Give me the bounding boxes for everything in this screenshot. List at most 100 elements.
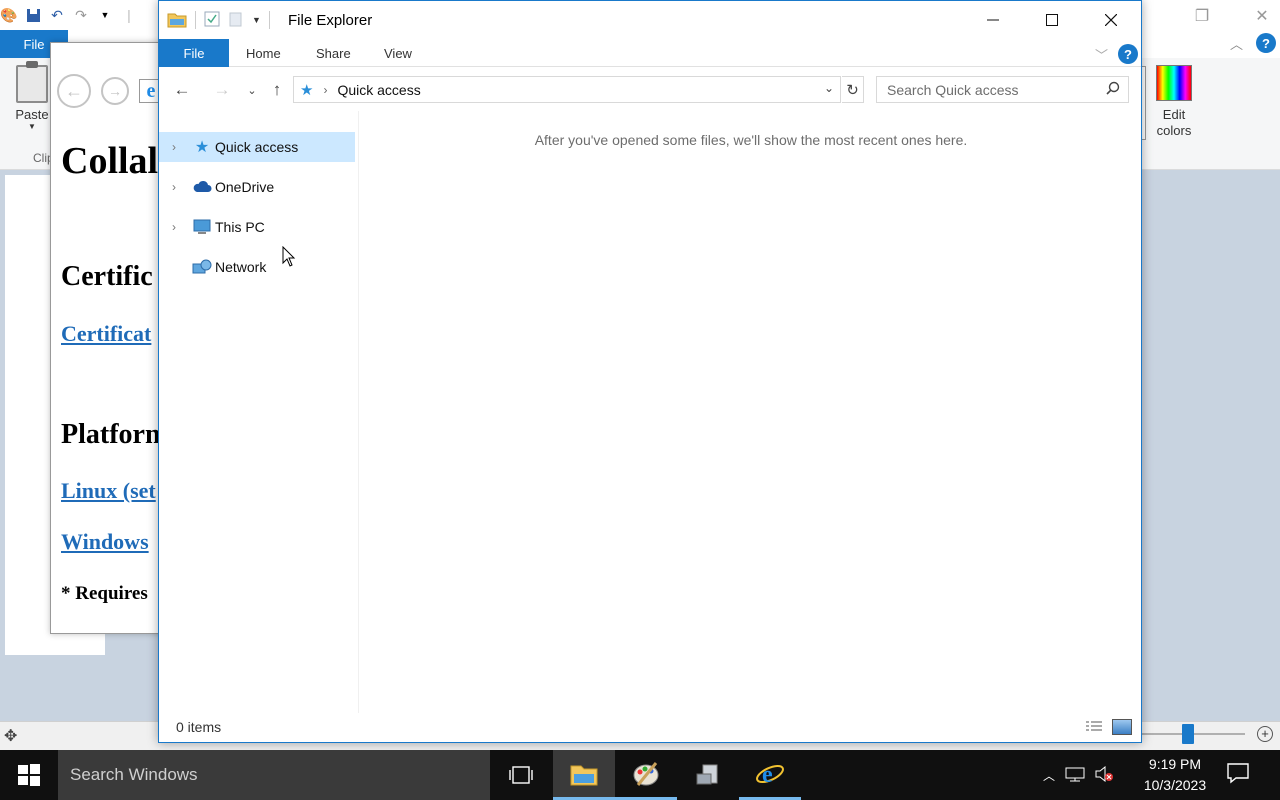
- minimize-button[interactable]: [963, 1, 1022, 39]
- close-icon[interactable]: ✕: [1232, 5, 1280, 27]
- tab-home[interactable]: Home: [246, 39, 281, 67]
- volume-muted-icon[interactable]: [1095, 765, 1114, 785]
- help-icon[interactable]: ?: [1256, 33, 1276, 53]
- clock-date: 10/3/2023: [1143, 777, 1207, 793]
- arrow-left-icon: ←: [173, 80, 191, 99]
- redo-icon[interactable]: ↷: [72, 6, 90, 24]
- taskbar-file-explorer[interactable]: [553, 750, 615, 800]
- paint-window-controls: ❐ ✕: [1172, 5, 1280, 27]
- nav-item-quick-access[interactable]: › ★ Quick access: [159, 132, 355, 162]
- paint-icon: [633, 761, 659, 786]
- tab-file[interactable]: File: [159, 39, 229, 67]
- window-title: File Explorer: [288, 12, 373, 29]
- section-heading-platforms: Platforn: [61, 419, 161, 450]
- search-input[interactable]: [877, 81, 1092, 98]
- paint-app-icon: 🎨: [0, 6, 18, 23]
- up-button[interactable]: ↑: [266, 79, 288, 101]
- taskbar-paint[interactable]: [615, 750, 677, 800]
- expand-chevron-icon[interactable]: ›: [159, 220, 189, 234]
- customize-qat-icon[interactable]: ▼: [252, 15, 261, 25]
- nav-item-this-pc[interactable]: › This PC: [159, 212, 355, 242]
- mouse-cursor-icon: [282, 245, 296, 268]
- empty-folder-message: After you've opened some files, we'll sh…: [534, 132, 968, 148]
- customize-qat-icon[interactable]: ▼: [96, 6, 114, 24]
- start-button[interactable]: [0, 750, 58, 800]
- task-view-icon: [509, 766, 533, 784]
- tab-view[interactable]: View: [384, 39, 412, 67]
- search-icon[interactable]: [1106, 81, 1120, 98]
- expand-ribbon-icon[interactable]: ﹀: [1095, 45, 1108, 64]
- help-icon[interactable]: ?: [1118, 44, 1138, 64]
- arrow-up-icon: ↑: [272, 80, 282, 99]
- nav-item-label: OneDrive: [215, 179, 275, 195]
- taskbar-internet-explorer[interactable]: e: [739, 750, 801, 800]
- breadcrumb-chevron-icon[interactable]: ›: [323, 83, 327, 97]
- properties-icon[interactable]: [204, 11, 220, 30]
- explorer-ribbon-tabs: [159, 39, 1141, 67]
- action-center-icon[interactable]: [1226, 762, 1252, 786]
- address-bar[interactable]: ★ › Quick access ⌄: [293, 76, 841, 103]
- recent-locations-button[interactable]: ⌄: [241, 79, 263, 101]
- file-explorer-window: ▼ File Explorer File Home Share View ﹀ ?…: [158, 0, 1142, 743]
- internet-explorer-window: ← → e Collal Certific Certificat Platfor…: [50, 42, 170, 634]
- separator: [195, 11, 196, 29]
- requires-note: * Requires: [61, 583, 148, 604]
- restore-icon[interactable]: ❐: [1172, 5, 1232, 27]
- nav-item-label: Network: [215, 259, 267, 275]
- show-hidden-icons-icon[interactable]: ︿: [1043, 767, 1055, 784]
- separator: [268, 11, 270, 29]
- save-icon[interactable]: [24, 6, 42, 24]
- tab-share[interactable]: Share: [316, 39, 351, 67]
- details-view-icon[interactable]: [1084, 719, 1104, 735]
- search-box[interactable]: [876, 76, 1129, 103]
- paste-button[interactable]: Paste ▼: [10, 61, 54, 131]
- windows-logo-icon: [18, 764, 40, 786]
- close-button[interactable]: [1081, 1, 1140, 39]
- network-computer-icon: [696, 764, 718, 785]
- chevron-down-icon: ▼: [28, 122, 36, 131]
- maximize-icon: [1045, 14, 1058, 26]
- zoom-in-icon[interactable]: +: [1257, 726, 1273, 742]
- windows-link[interactable]: Windows: [61, 529, 149, 555]
- zoom-slider-thumb[interactable]: [1182, 724, 1194, 744]
- chevron-down-icon: ⌄: [247, 84, 257, 97]
- expand-chevron-icon[interactable]: ›: [159, 140, 189, 154]
- forward-button[interactable]: →: [211, 79, 233, 101]
- certificate-link[interactable]: Certificat: [61, 321, 151, 347]
- folder-icon: [167, 10, 187, 31]
- undo-icon[interactable]: ↶: [48, 6, 66, 24]
- chevron-down-icon[interactable]: ⌄: [824, 81, 834, 95]
- forward-icon[interactable]: →: [101, 77, 129, 105]
- edit-colors-button[interactable]: Edit colors: [1150, 65, 1198, 139]
- network-icon: [189, 258, 215, 276]
- item-count: 0 items: [176, 719, 222, 735]
- section-heading-certificates: Certific: [61, 261, 153, 292]
- star-icon: ★: [194, 139, 210, 156]
- maximize-button[interactable]: [1022, 1, 1081, 39]
- back-icon[interactable]: ←: [57, 74, 91, 108]
- system-tray: ︿: [1043, 750, 1114, 800]
- arrow-right-icon: →: [213, 80, 231, 99]
- taskbar-network-computer[interactable]: [677, 750, 739, 800]
- new-folder-icon[interactable]: [228, 11, 244, 30]
- network-status-icon[interactable]: [1065, 766, 1085, 785]
- collapse-ribbon-icon[interactable]: ︿: [1230, 34, 1243, 53]
- star-icon: ★: [300, 81, 314, 99]
- task-view-button[interactable]: [490, 750, 552, 800]
- computer-icon: [189, 219, 215, 235]
- linux-link[interactable]: Linux (set: [61, 478, 156, 504]
- paint-quick-access-toolbar: 🎨 ↶ ↷ ▼ |: [0, 5, 138, 25]
- nav-item-network[interactable]: Network: [159, 252, 355, 282]
- explorer-window-controls: [963, 1, 1140, 39]
- taskbar-search-box[interactable]: Search Windows: [58, 750, 490, 800]
- large-icons-view-icon[interactable]: [1112, 719, 1132, 735]
- explorer-quick-access-toolbar: ▼: [167, 9, 270, 31]
- back-button[interactable]: ←: [171, 79, 193, 101]
- breadcrumb-location[interactable]: Quick access: [337, 82, 420, 98]
- clock[interactable]: 9:19 PM 10/3/2023: [1130, 754, 1220, 796]
- refresh-button[interactable]: ↻: [842, 76, 864, 103]
- nav-item-onedrive[interactable]: › OneDrive: [159, 172, 355, 202]
- clipboard-icon: [16, 61, 48, 103]
- expand-chevron-icon[interactable]: ›: [159, 180, 189, 194]
- nav-item-label: Quick access: [215, 139, 299, 155]
